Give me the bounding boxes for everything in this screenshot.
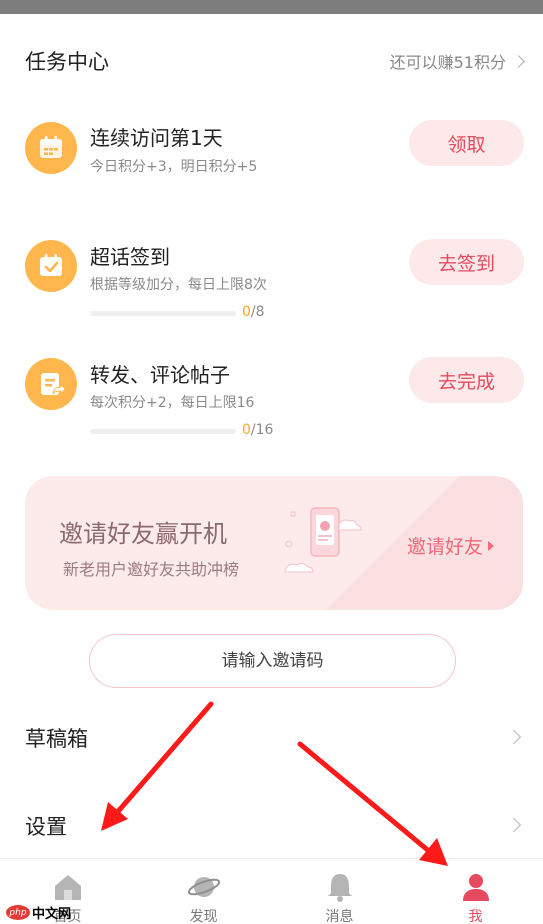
task-desc: 根据等级加分，每日上限8次 (90, 277, 267, 293)
earn-points-link[interactable]: 还可以赚51积分 (389, 49, 525, 73)
task-center-title: 任务中心 (25, 50, 109, 74)
document-share-icon (25, 358, 77, 410)
watermark-badge: php (6, 905, 30, 920)
tab-discover[interactable]: 发现 (136, 859, 271, 924)
tab-me[interactable]: 我 (408, 859, 543, 924)
invite-title: 邀请好友赢开机 (59, 520, 227, 548)
task-name: 连续访问第1天 (90, 126, 223, 150)
progress-bar (90, 429, 236, 434)
watermark-text: 中文网 (32, 907, 72, 922)
calendar-check-icon (25, 240, 77, 292)
progress-bar (90, 311, 236, 316)
settings-label: 设置 (25, 815, 67, 839)
task-desc: 每次积分+2，每日上限16 (90, 395, 255, 411)
progress-total: /16 (250, 422, 274, 438)
planet-icon (187, 877, 220, 897)
invite-code-input[interactable] (89, 634, 456, 688)
progress-current: 0 (242, 304, 251, 320)
home-icon (54, 875, 81, 900)
menu-item-drafts[interactable]: 草稿箱 (0, 711, 543, 767)
progress-count: 0/8 (242, 304, 265, 320)
bell-icon (327, 874, 352, 902)
task-item-repost: 转发、评论帖子 每次积分+2，每日上限16 0/16 去完成 (0, 355, 543, 445)
task-desc: 今日积分+3，明日积分+5 (90, 159, 258, 175)
menu-item-settings[interactable]: 设置 (0, 799, 543, 855)
progress-count: 0/16 (242, 422, 273, 438)
task-item-checkin: 超话签到 根据等级加分，每日上限8次 0/8 去签到 (0, 237, 543, 327)
progress-current: 0 (242, 422, 251, 438)
tab-messages[interactable]: 消息 (272, 859, 407, 924)
bottom-tab-bar: 首页 发现 消息 我 (0, 858, 543, 924)
task-center-header: 任务中心 还可以赚51积分 (0, 40, 543, 84)
claim-button[interactable]: 领取 (409, 120, 524, 166)
user-icon (462, 874, 489, 901)
earn-points-text: 还可以赚51积分 (389, 53, 506, 72)
phone-illustration-icon (284, 507, 362, 573)
tab-label: 发现 (189, 909, 218, 924)
task-name: 超话签到 (90, 245, 170, 269)
complete-button[interactable]: 去完成 (409, 357, 524, 403)
status-bar (0, 0, 543, 14)
progress-total: /8 (250, 304, 265, 320)
invite-friends-text: 邀请好友 (407, 536, 484, 558)
task-item-daily-visit: 连续访问第1天 今日积分+3，明日积分+5 领取 (0, 118, 543, 188)
tab-label: 消息 (325, 909, 354, 924)
chevron-right-icon (506, 729, 522, 745)
invite-friends-link[interactable]: 邀请好友 (407, 532, 495, 559)
task-name: 转发、评论帖子 (90, 363, 230, 387)
watermark-logo: php 中文网 (6, 903, 71, 922)
invite-banner[interactable]: 邀请好友赢开机 新老用户邀好友共助冲榜 邀请好友 (25, 476, 523, 610)
checkin-button[interactable]: 去签到 (409, 239, 524, 285)
calendar-icon (25, 122, 77, 174)
play-arrow-icon (488, 540, 495, 551)
chevron-right-icon (506, 817, 522, 833)
drafts-label: 草稿箱 (25, 727, 88, 751)
chevron-right-icon (512, 54, 525, 68)
tab-label: 我 (468, 909, 483, 924)
invite-subtitle: 新老用户邀好友共助冲榜 (63, 560, 240, 579)
